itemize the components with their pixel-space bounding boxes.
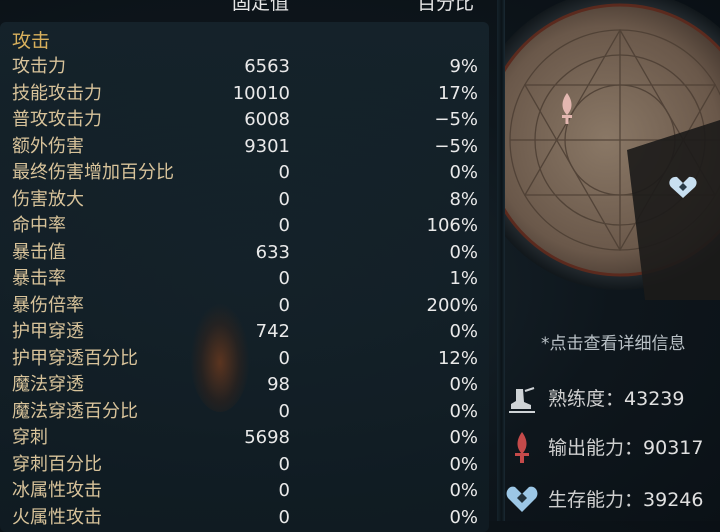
stat-name: 普攻攻击力 xyxy=(12,109,102,130)
stat-row: 魔法穿透百分比 0 0% xyxy=(0,399,489,426)
stat-name: 暴击值 xyxy=(12,241,66,263)
header-percentage: 百分比 xyxy=(417,0,475,14)
stat-row: 暴击率 0 1% xyxy=(0,266,489,293)
stat-name: 暴击率 xyxy=(12,268,66,289)
stat-name: 护甲穿透 xyxy=(12,321,84,342)
stat-row: 额外伤害 9301 −5% xyxy=(0,134,489,161)
stat-percent-value: 0% xyxy=(449,374,478,395)
stat-fixed-value: 0 xyxy=(278,453,290,475)
stat-fixed-value: 9301 xyxy=(244,135,290,157)
rune-circle-chart[interactable] xyxy=(505,0,720,315)
stat-percent-value: −5% xyxy=(434,135,478,157)
stat-fixed-value: 6008 xyxy=(244,109,290,130)
stat-row: 魔法穿透 98 0% xyxy=(0,372,489,399)
stat-fixed-value: 0 xyxy=(278,215,290,236)
stat-percent-value: 0% xyxy=(449,162,478,183)
stat-percent-value: 12% xyxy=(437,347,478,369)
stat-percent-value: 17% xyxy=(437,82,478,104)
stat-row: 技能攻击力 10010 17% xyxy=(0,81,489,108)
stat-row: 穿刺 5698 0% xyxy=(0,425,489,452)
stat-name: 护甲穿透百分比 xyxy=(12,347,138,369)
stat-row: 护甲穿透百分比 0 12% xyxy=(0,346,489,373)
stat-row: 攻击力 6563 9% xyxy=(0,54,489,81)
attack-stats-list: 攻击力 6563 9% 技能攻击力 10010 17% 普攻攻击力 6008 −5% 额外伤害 93… xyxy=(0,54,489,531)
stat-fixed-value: 742 xyxy=(255,321,290,342)
stat-row: 冰属性攻击 0 0% xyxy=(0,478,489,505)
stat-name: 穿刺百分比 xyxy=(12,453,102,475)
summary-survivability: 生存能力：39246 xyxy=(505,482,720,516)
damage-output-label: 输出能力：90317 xyxy=(548,437,704,459)
stat-row: 命中率 0 106% xyxy=(0,213,489,240)
summary-damage-output: 输出能力：90317 xyxy=(505,430,720,464)
stat-percent-value: 0% xyxy=(449,241,478,263)
stat-fixed-value: 0 xyxy=(278,400,290,422)
stat-fixed-value: 10010 xyxy=(232,82,290,104)
stat-percent-value: 0% xyxy=(449,453,478,475)
stat-name: 攻击力 xyxy=(12,56,66,77)
stat-row: 普攻攻击力 6008 −5% xyxy=(0,107,489,134)
stat-name: 冰属性攻击 xyxy=(12,480,102,501)
stat-row: 穿刺百分比 0 0% xyxy=(0,452,489,479)
stat-percent-value: 0% xyxy=(449,427,478,448)
stat-name: 额外伤害 xyxy=(12,135,84,157)
stat-fixed-value: 633 xyxy=(255,241,290,263)
stat-fixed-value: 0 xyxy=(278,162,290,183)
stat-name: 最终伤害增加百分比 xyxy=(12,162,174,183)
stat-row: 伤害放大 0 8% xyxy=(0,187,489,214)
stat-percent-value: 9% xyxy=(449,56,478,77)
section-title-attack: 攻击 xyxy=(12,30,51,52)
proficiency-label: 熟练度：43239 xyxy=(548,388,685,410)
stat-row: 暴伤倍率 0 200% xyxy=(0,293,489,320)
stat-percent-value: 200% xyxy=(426,294,478,316)
stat-percent-value: 0% xyxy=(449,321,478,342)
survivability-label: 生存能力：39246 xyxy=(548,489,704,511)
stat-percent-value: 0% xyxy=(449,480,478,501)
stat-name: 伤害放大 xyxy=(12,188,84,210)
stat-name: 魔法穿透 xyxy=(12,374,84,395)
boot-icon xyxy=(509,387,535,413)
stat-fixed-value: 0 xyxy=(278,294,290,316)
stat-name: 魔法穿透百分比 xyxy=(12,400,138,422)
stat-name: 穿刺 xyxy=(12,427,48,448)
stat-name: 暴伤倍率 xyxy=(12,294,84,316)
stat-row: 最终伤害增加百分比 0 0% xyxy=(0,160,489,187)
stat-fixed-value: 0 xyxy=(278,347,290,369)
stat-fixed-value: 0 xyxy=(278,188,290,210)
sword-icon xyxy=(515,432,529,463)
stat-row: 暴击值 633 0% xyxy=(0,240,489,267)
stat-fixed-value: 6563 xyxy=(244,56,290,77)
stat-fixed-value: 98 xyxy=(267,374,290,395)
stat-fixed-value: 0 xyxy=(278,480,290,501)
stat-percent-value: 0% xyxy=(449,400,478,422)
header-fixed-value: 固定值 xyxy=(232,0,290,14)
stat-percent-value: 1% xyxy=(449,268,478,289)
panel-divider xyxy=(497,0,505,521)
stat-fixed-value: 5698 xyxy=(244,427,290,448)
stat-name: 技能攻击力 xyxy=(12,82,102,104)
stat-percent-value: 0% xyxy=(449,506,478,528)
stat-name: 命中率 xyxy=(12,215,66,236)
stat-name: 火属性攻击 xyxy=(12,506,102,528)
stat-fixed-value: 0 xyxy=(278,506,290,528)
stat-percent-value: −5% xyxy=(434,109,478,130)
stat-row: 护甲穿透 742 0% xyxy=(0,319,489,346)
stat-fixed-value: 0 xyxy=(278,268,290,289)
heart-icon xyxy=(506,486,538,512)
stat-percent-value: 8% xyxy=(449,188,478,210)
stat-percent-value: 106% xyxy=(426,215,478,236)
summary-proficiency: 熟练度：43239 xyxy=(505,381,720,415)
stat-row: 火属性攻击 0 0% xyxy=(0,505,489,532)
view-details-link[interactable]: *点击查看详细信息 xyxy=(541,329,686,354)
